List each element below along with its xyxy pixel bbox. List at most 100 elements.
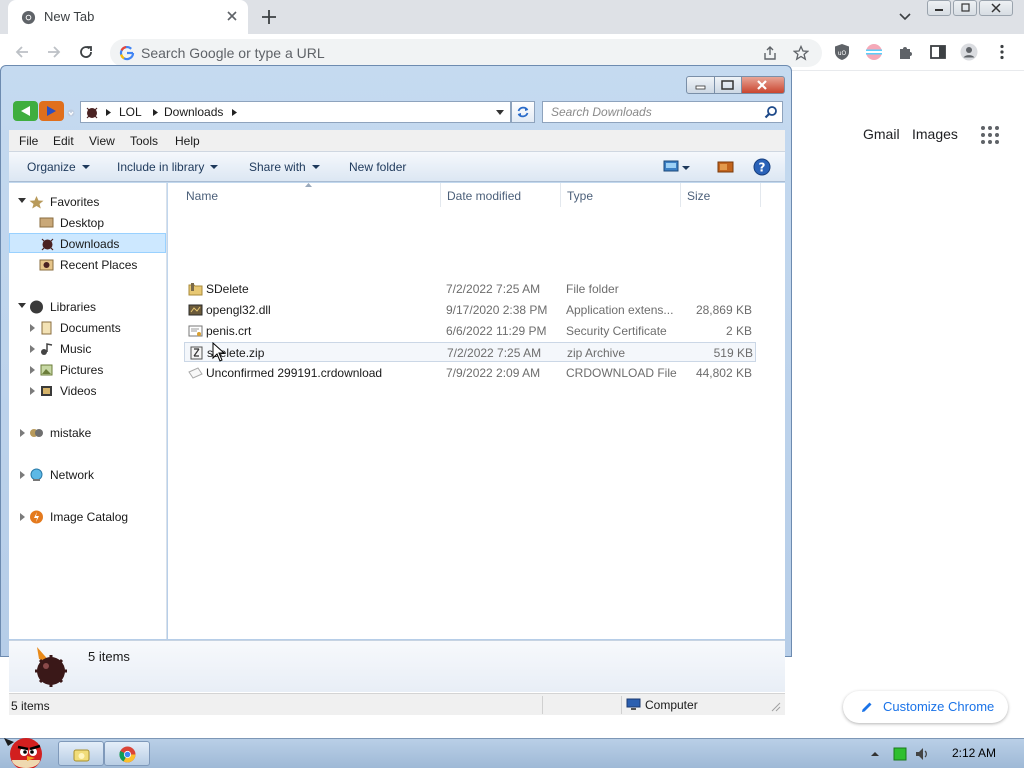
more-menu-icon[interactable]: [993, 43, 1011, 61]
nav-favorites[interactable]: Favorites: [9, 192, 166, 212]
close-button[interactable]: [979, 0, 1013, 16]
nav-recent-places[interactable]: Recent Places: [9, 255, 166, 275]
restore-button[interactable]: [953, 0, 977, 16]
breadcrumb-downloads[interactable]: Downloads: [164, 105, 223, 119]
expand-arrow-icon[interactable]: [30, 345, 35, 353]
google-apps-icon[interactable]: [981, 126, 999, 144]
expand-arrow-icon[interactable]: [30, 387, 35, 395]
customize-chrome-button[interactable]: Customize Chrome: [843, 691, 1008, 723]
file-row[interactable]: Unconfirmed 299191.crdownload 7/9/2022 2…: [184, 363, 756, 383]
search-icon[interactable]: [764, 105, 778, 119]
address-bar[interactable]: LOL Downloads: [80, 101, 511, 123]
nav-mistake[interactable]: mistake: [9, 423, 166, 443]
column-name-label: Name: [186, 189, 219, 203]
expand-arrow-icon[interactable]: [30, 324, 35, 332]
explorer-maximize-button[interactable]: [715, 76, 742, 94]
column-header-type[interactable]: Type: [561, 183, 681, 207]
change-view-icon[interactable]: [663, 160, 679, 173]
tray-app-icon[interactable]: [893, 747, 907, 761]
file-size: 28,869 KB: [695, 303, 752, 317]
view-options-chevron-icon[interactable]: [682, 166, 690, 170]
generic-file-icon: [188, 367, 203, 379]
forward-icon[interactable]: [44, 42, 64, 62]
menu-view[interactable]: View: [89, 134, 115, 148]
nav-documents[interactable]: Documents: [9, 318, 166, 338]
breadcrumb-lol[interactable]: LOL: [119, 105, 142, 119]
extension-flag-icon[interactable]: [865, 43, 883, 61]
show-hidden-icons-icon[interactable]: [868, 747, 882, 761]
expand-arrow-icon[interactable]: [20, 513, 25, 521]
menu-tools[interactable]: Tools: [130, 134, 158, 148]
explorer-close-button[interactable]: [742, 76, 785, 94]
expand-arrow-icon[interactable]: [20, 429, 25, 437]
file-row[interactable]: SDelete 7/2/2022 7:25 AM File folder: [184, 279, 756, 299]
column-header-date[interactable]: Date modified: [441, 183, 561, 207]
nav-image-catalog[interactable]: Image Catalog: [9, 507, 166, 527]
include-in-library-button[interactable]: Include in library: [117, 160, 219, 174]
expand-arrow-icon[interactable]: [18, 198, 26, 203]
file-row[interactable]: sdelete.zip 7/2/2022 7:25 AM zip Archive…: [184, 342, 756, 362]
reload-icon[interactable]: [76, 42, 96, 62]
taskbar-explorer-button[interactable]: [58, 741, 104, 766]
share-icon[interactable]: [762, 45, 778, 61]
breadcrumb-arrow-icon[interactable]: [106, 109, 111, 116]
minimize-button[interactable]: [927, 0, 951, 16]
omnibox-input[interactable]: [141, 43, 741, 63]
breadcrumb-arrow-icon[interactable]: [232, 109, 237, 116]
new-tab-icon[interactable]: [259, 7, 279, 27]
nav-pictures[interactable]: Pictures: [9, 360, 166, 380]
column-header-name[interactable]: Name: [180, 183, 440, 207]
expand-arrow-icon[interactable]: [18, 303, 26, 308]
taskbar-clock[interactable]: 2:12 AM: [952, 746, 996, 760]
nav-music[interactable]: Music: [9, 339, 166, 359]
column-divider[interactable]: [760, 183, 761, 207]
omnibox[interactable]: [110, 39, 822, 67]
profile-avatar-icon[interactable]: [960, 43, 978, 61]
expand-arrow-icon[interactable]: [30, 366, 35, 374]
extensions-puzzle-icon[interactable]: [897, 43, 915, 61]
expand-arrow-icon[interactable]: [20, 471, 25, 479]
explorer-search-box[interactable]: [542, 101, 783, 123]
menu-help[interactable]: Help: [175, 134, 200, 148]
ublock-shield-icon[interactable]: uO: [833, 43, 851, 61]
details-pane: 5 items: [9, 640, 785, 692]
recent-places-icon: [39, 259, 54, 271]
taskbar-chrome-button[interactable]: [104, 741, 150, 766]
new-folder-button[interactable]: New folder: [349, 160, 406, 174]
start-button-angry-bird-icon[interactable]: [2, 730, 50, 768]
file-row[interactable]: penis.crt 6/6/2022 11:29 PM Security Cer…: [184, 321, 756, 341]
side-panel-icon[interactable]: [929, 43, 947, 61]
menu-edit[interactable]: Edit: [53, 134, 74, 148]
gmail-link[interactable]: Gmail: [863, 126, 900, 142]
nav-downloads[interactable]: Downloads: [9, 233, 166, 253]
resize-grip-icon[interactable]: [771, 702, 781, 712]
breadcrumb-arrow-icon[interactable]: [153, 109, 158, 116]
column-header-size[interactable]: Size: [681, 183, 761, 207]
menu-file[interactable]: File: [19, 134, 38, 148]
chevron-down-icon[interactable]: [896, 8, 914, 26]
nav-videos[interactable]: Videos: [9, 381, 166, 401]
share-with-button[interactable]: Share with: [249, 160, 320, 174]
organize-button[interactable]: Organize: [27, 160, 90, 174]
bookmark-star-icon[interactable]: [793, 45, 809, 61]
back-icon[interactable]: [12, 42, 32, 62]
explorer-window[interactable]: LOL Downloads File Edit View Tools Help …: [0, 65, 792, 715]
back-forward-buttons[interactable]: [13, 101, 65, 121]
nav-desktop[interactable]: Desktop: [9, 213, 166, 233]
mouse-cursor-icon: [212, 342, 226, 362]
explorer-search-input[interactable]: [551, 105, 761, 119]
address-dropdown-icon[interactable]: [496, 110, 504, 115]
tab-new-tab[interactable]: New Tab: [8, 0, 248, 34]
volume-icon[interactable]: [915, 747, 929, 761]
refresh-button[interactable]: [511, 101, 535, 123]
explorer-minimize-button[interactable]: [686, 76, 715, 94]
desktop-icon: [39, 217, 54, 228]
preview-pane-icon[interactable]: [717, 160, 734, 173]
recent-pages-chevron-icon[interactable]: [67, 109, 75, 117]
file-row[interactable]: opengl32.dll 9/17/2020 2:38 PM Applicati…: [184, 300, 756, 320]
images-link[interactable]: Images: [912, 126, 958, 142]
nav-libraries[interactable]: Libraries: [9, 297, 166, 317]
help-icon[interactable]: ?: [753, 158, 771, 176]
close-tab-icon[interactable]: [224, 8, 240, 24]
nav-network[interactable]: Network: [9, 465, 166, 485]
